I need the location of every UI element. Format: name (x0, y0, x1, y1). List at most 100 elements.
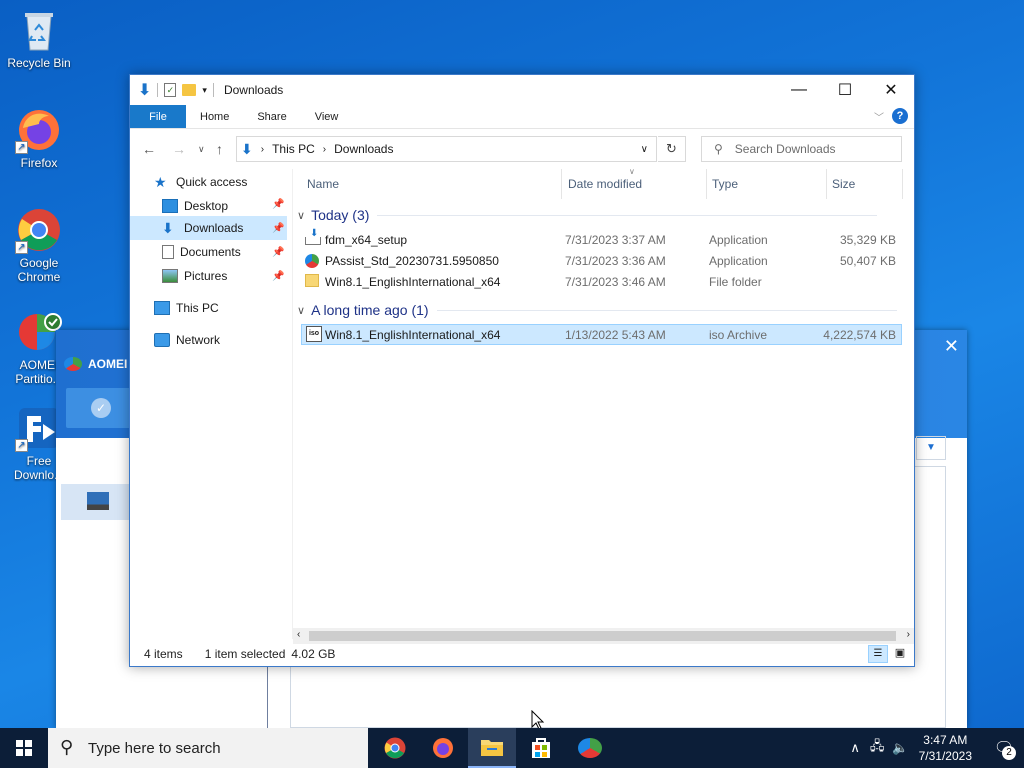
file-name: PAssist_Std_20230731.5950850 (325, 254, 499, 268)
window-title: Downloads (223, 83, 284, 97)
taskbar-search-box[interactable]: ⚲ Type here to search (48, 728, 368, 768)
breadcrumb-chevron-icon[interactable]: › (261, 144, 264, 155)
taskbar-firefox[interactable] (419, 728, 467, 768)
column-size[interactable]: Size (832, 177, 855, 191)
nav-downloads[interactable]: ⬇ Downloads (162, 217, 243, 239)
download-arrow-icon: ⬇ (162, 220, 174, 236)
large-icons-view-icon[interactable]: ▣ (892, 646, 908, 662)
column-name[interactable]: Name (307, 177, 339, 191)
address-bar[interactable]: ⬇ › This PC › Downloads ∨ (236, 136, 657, 162)
recent-locations-icon[interactable]: ∨ (198, 144, 205, 155)
column-type[interactable]: Type (712, 177, 738, 191)
file-explorer-window[interactable]: ⬇ ✓ ▾ Downloads — ☐ ✕ File Home Share Vi… (129, 74, 915, 667)
breadcrumb-downloads[interactable]: Downloads (334, 142, 393, 156)
breadcrumb-chevron-icon[interactable]: › (323, 144, 326, 155)
file-name: fdm_x64_setup (325, 233, 408, 247)
store-icon (532, 738, 550, 758)
chrome-icon (384, 737, 406, 759)
taskbar-chrome[interactable] (371, 728, 419, 768)
address-dropdown-icon[interactable]: ∨ (641, 144, 648, 155)
search-input[interactable]: ⚲ Search Downloads (701, 136, 902, 162)
aomei-close-button[interactable]: ✕ (944, 336, 959, 357)
taskbar-aomei[interactable] (566, 728, 614, 768)
forward-arrow-icon[interactable]: → (172, 141, 186, 157)
scroll-left-icon[interactable]: ‹ (297, 629, 300, 640)
maximize-button[interactable]: ☐ (822, 75, 868, 105)
shortcut-arrow-icon: ↗ (15, 141, 28, 154)
file-list[interactable]: Name ∨ Date modified Type Size ∨ Today (… (293, 167, 914, 629)
column-separator[interactable] (561, 169, 562, 199)
customize-toolbar-icon[interactable]: ▾ (202, 85, 207, 96)
breadcrumb-this-pc[interactable]: This PC (272, 142, 315, 156)
up-arrow-icon[interactable]: ↑ (216, 141, 223, 157)
taskbar-microsoft-store[interactable] (517, 728, 565, 768)
nav-desktop[interactable]: Desktop (162, 195, 228, 217)
taskbar-file-explorer[interactable] (468, 728, 516, 768)
nav-network[interactable]: Network (154, 329, 220, 351)
shortcut-arrow-icon: ↗ (15, 241, 28, 254)
pin-icon[interactable]: 📌 (272, 199, 284, 210)
file-row[interactable]: Win8.1_EnglishInternational_x64 7/31/202… (301, 271, 902, 292)
volume-icon[interactable]: 🔈 (892, 740, 908, 756)
file-row-selected[interactable]: iso Win8.1_EnglishInternational_x64 1/13… (301, 324, 902, 345)
properties-icon[interactable]: ✓ (164, 83, 177, 97)
downloads-location-icon: ⬇ (241, 140, 253, 157)
new-folder-icon[interactable] (182, 84, 197, 96)
tab-share[interactable]: Share (243, 105, 300, 128)
tab-home[interactable]: Home (186, 105, 243, 128)
clock[interactable]: 3:47 AM 7/31/2023 (919, 732, 972, 764)
column-date-modified[interactable]: Date modified (568, 177, 642, 191)
details-view-icon[interactable]: ☰ (868, 645, 888, 663)
show-hidden-icons-icon[interactable]: ∧ (850, 740, 860, 756)
partition-assistant-icon (305, 254, 319, 268)
nav-this-pc[interactable]: This PC (154, 297, 219, 319)
file-row[interactable]: PAssist_Std_20230731.5950850 7/31/2023 3… (301, 250, 902, 271)
notification-center-button[interactable]: 🗨 2 (984, 728, 1024, 768)
nav-label: Network (176, 333, 221, 347)
minimize-button[interactable]: — (776, 75, 822, 105)
group-divider (436, 309, 897, 311)
help-button[interactable]: ? (892, 108, 908, 124)
pin-icon[interactable]: 📌 (272, 247, 284, 258)
check-icon: ✓ (91, 398, 111, 418)
documents-icon (162, 245, 174, 259)
tab-file[interactable]: File (130, 105, 186, 128)
desktop-icon-recycle-bin[interactable]: Recycle Bin (0, 6, 78, 70)
network-icon[interactable]: 🖧 (870, 737, 885, 759)
taskbar-search-placeholder: Type here to search (88, 739, 221, 757)
file-row[interactable]: ⬇ fdm_x64_setup 7/31/2023 3:37 AM Applic… (301, 228, 902, 250)
nav-pictures[interactable]: Pictures (162, 265, 227, 287)
installer-icon: ⬇ (305, 228, 321, 245)
close-button[interactable]: ✕ (868, 75, 914, 105)
column-separator[interactable] (826, 169, 827, 199)
mouse-cursor-icon (531, 710, 545, 730)
aomei-disk-row[interactable] (61, 484, 131, 520)
group-header-long-ago[interactable]: ∨ A long time ago (1) (297, 302, 897, 318)
expand-ribbon-icon[interactable]: ﹀ (874, 109, 884, 124)
scrollbar-thumb[interactable] (309, 631, 896, 641)
nav-documents[interactable]: Documents (162, 241, 241, 263)
back-arrow-icon[interactable]: ← (142, 141, 156, 157)
column-separator[interactable] (902, 169, 903, 199)
title-bar[interactable]: ⬇ ✓ ▾ Downloads — ☐ ✕ (130, 75, 914, 105)
nav-quick-access[interactable]: ★ Quick access (154, 171, 247, 193)
refresh-button[interactable]: ↻ (658, 136, 686, 162)
aomei-dropdown[interactable]: ▼ (916, 436, 946, 460)
tab-view[interactable]: View (301, 105, 353, 128)
iso-archive-icon: iso (306, 326, 322, 342)
desktop-icon-label: Google Chrome (17, 256, 61, 284)
firefox-icon: ↗ (15, 106, 63, 154)
desktop-folder-icon (162, 199, 178, 213)
ribbon-right: ﹀ ? (874, 108, 908, 124)
file-size: 4,222,574 KB (823, 328, 896, 342)
start-button[interactable] (0, 728, 48, 768)
desktop-icon-firefox[interactable]: ↗ Firefox (0, 106, 78, 170)
scroll-right-icon[interactable]: › (907, 629, 910, 640)
file-type: Application (709, 254, 768, 268)
nav-label: Downloads (184, 221, 244, 235)
group-header-today[interactable]: ∨ Today (3) (297, 207, 878, 223)
desktop-icon-chrome[interactable]: ↗ Google Chrome (0, 206, 78, 284)
pin-icon[interactable]: 📌 (272, 271, 284, 282)
column-separator[interactable] (706, 169, 707, 199)
pin-icon[interactable]: 📌 (272, 223, 284, 234)
